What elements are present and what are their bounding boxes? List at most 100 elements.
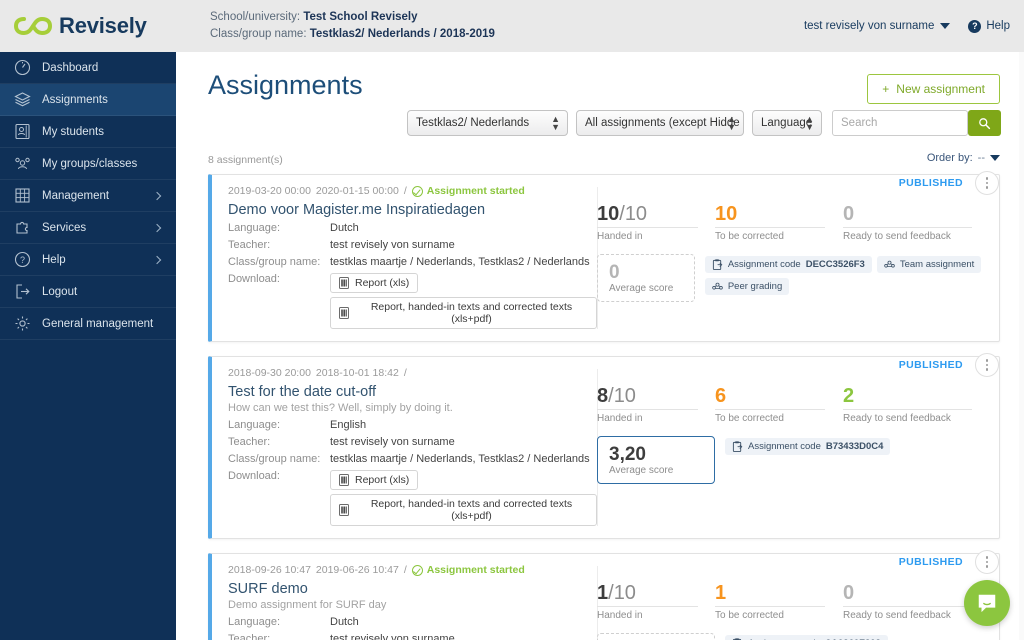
sidebar-item-my-students[interactable]: My students (0, 116, 176, 148)
assignment-card[interactable]: 2019-03-20 00:00 2020-01-15 00:00 / Assignm… (208, 171, 1000, 342)
assignment-badge[interactable]: Assignment code DECC3526F3 (704, 256, 872, 273)
download-button[interactable]: Report (xls) (330, 470, 419, 490)
language-row: Language: Dutch (228, 220, 597, 237)
assignment-dates: 2019-03-20 00:00 2020-01-15 00:00 / Assignm… (228, 185, 597, 197)
average-score-box[interactable]: 3,20 Average score (597, 436, 715, 484)
stat-item: 1 To be corrected (715, 582, 843, 621)
language-row: Language: Dutch (228, 614, 597, 631)
assignment-title[interactable]: Test for the date cut-off (228, 384, 597, 400)
sidebar-item-dashboard[interactable]: Dashboard (0, 52, 176, 84)
download-button[interactable]: Report, handed-in texts and corrected te… (330, 494, 597, 526)
sidebar: Dashboard Assignments My students My groups… (0, 52, 176, 640)
spreadsheet-icon (339, 307, 349, 319)
top-right-actions: test revisely von surname ? Help (804, 0, 1010, 52)
top-bar: Revisely School/university: Test School … (0, 0, 1024, 52)
teacher-row: Teacher: test revisely von surname (228, 434, 597, 451)
stat-value: 8 (597, 385, 609, 407)
status-filter-select[interactable]: All assignments (except Hidde ▲ ▼ (576, 110, 744, 136)
search-button[interactable] (968, 110, 1001, 136)
assignment-subtitle: Demo assignment for SURF day (228, 599, 387, 611)
user-menu[interactable]: test revisely von surname (804, 20, 951, 32)
spreadsheet-icon (339, 277, 349, 289)
assignment-details: 2018-09-30 20:00 2018-10-01 18:42 / Test fo… (212, 357, 597, 538)
download-button[interactable]: Report, handed-in texts and corrected te… (330, 297, 597, 329)
assignment-status: Assignment started (411, 564, 525, 576)
clipboard-code-icon (732, 441, 743, 452)
language-label: Language: (228, 616, 280, 628)
assignment-badge[interactable]: Assignment code B73433D0C4 (725, 438, 891, 455)
class-label: Class/group name: (210, 28, 307, 40)
stat-value-wrap: 1/10 (597, 582, 715, 604)
group-icon (15, 157, 30, 170)
status-badge: PUBLISHED (898, 359, 963, 371)
stat-denominator: 10 (613, 582, 636, 604)
stat-underline (597, 606, 699, 607)
sidebar-item-my-groups-classes[interactable]: My groups/classes (0, 148, 176, 180)
stat-label: To be corrected (715, 413, 784, 424)
assignment-count: 8 assignment(s) (208, 154, 283, 166)
search-input[interactable] (832, 110, 968, 136)
stat-value-wrap: 0 (843, 203, 993, 225)
school-label: School/university: (210, 11, 301, 23)
sidebar-item-management[interactable]: Management (0, 180, 176, 212)
download-button[interactable]: Report (xls) (330, 273, 419, 293)
sidebar-item-label: My students (42, 125, 104, 138)
date-separator: / (403, 564, 407, 576)
assignment-title[interactable]: Demo voor Magister.me Inspiratiedagen (228, 202, 597, 218)
assignment-title[interactable]: SURF demo (228, 581, 597, 597)
badge-label: Assignment code (748, 441, 821, 452)
sidebar-item-label: General management (42, 317, 154, 330)
class-row: Class/group name: testklas maartje / Nede… (228, 451, 597, 468)
date-separator: / (403, 367, 407, 379)
class-label: Class/group name: (228, 256, 321, 268)
student-card-icon (15, 123, 30, 140)
sidebar-item-general-management[interactable]: General management (0, 308, 176, 340)
assignment-card[interactable]: 2018-09-26 10:47 2019-06-26 10:47 / Assignm… (208, 550, 1000, 640)
assignment-card[interactable]: 2018-09-30 20:00 2018-10-01 18:42 / Test fo… (208, 353, 1000, 539)
page-title: Assignments (208, 70, 363, 100)
date-start: 2018-09-30 20:00 (228, 367, 311, 379)
assignment-options-button[interactable] (975, 550, 999, 574)
class-filter-value: Testklas2/ Nederlands (416, 117, 530, 129)
teacher-value: test revisely von surname (330, 436, 455, 448)
language-filter-select[interactable]: Language ▲ ▼ (752, 110, 822, 136)
average-score-box[interactable]: 0Average score (597, 254, 695, 302)
assignment-details: 2018-09-26 10:47 2019-06-26 10:47 / Assignm… (212, 554, 597, 640)
new-assignment-label: New assignment (896, 82, 985, 96)
filter-bar: Testklas2/ Nederlands ▲ ▼ All assignments… (176, 110, 1024, 140)
average-score-box[interactable]: 0Average score (597, 633, 715, 640)
sidebar-item-logout[interactable]: Logout (0, 276, 176, 308)
language-value: English (330, 419, 367, 431)
class-filter-select[interactable]: Testklas2/ Nederlands ▲ ▼ (407, 110, 568, 136)
sidebar-item-label: My groups/classes (42, 157, 138, 170)
chevron-down-icon (940, 23, 951, 29)
assignment-badge[interactable]: Team assignment (876, 256, 982, 273)
stat-item: 2 Ready to send feedback (843, 385, 993, 424)
date-end: 2019-06-26 10:47 (315, 564, 399, 576)
assignment-options-button[interactable] (975, 353, 999, 377)
sidebar-item-services[interactable]: Services (0, 212, 176, 244)
download-button-label: Report, handed-in texts and corrected te… (370, 301, 573, 325)
question-circle-icon: ? (14, 251, 31, 268)
assignment-stats-panel: PUBLISHED 8/10 Handed in 6 To be corrected 2 R… (597, 353, 1007, 538)
order-by-control[interactable]: Order by: -- (927, 152, 1000, 164)
sidebar-item-label: Management (42, 189, 110, 202)
assignment-badge[interactable]: Peer grading (704, 278, 790, 295)
download-buttons: Report (xls) Report, handed-in texts and … (330, 273, 597, 329)
language-label: Language: (228, 419, 280, 431)
help-link[interactable]: ? Help (968, 19, 1010, 33)
status-filter-value: All assignments (except Hidde (585, 117, 740, 129)
main-content: Assignments + New assignment Testklas2/ … (176, 52, 1024, 640)
plus-icon: + (882, 82, 890, 96)
language-row: Language: English (228, 417, 597, 434)
sidebar-item-label: Dashboard (42, 61, 99, 74)
assignment-options-button[interactable] (975, 171, 999, 195)
brand-logo[interactable]: Revisely (0, 0, 176, 52)
sidebar-item-assignments[interactable]: Assignments (0, 84, 176, 116)
chat-widget-button[interactable] (964, 580, 1010, 626)
chevron-right-icon (152, 223, 162, 232)
new-assignment-button[interactable]: + New assignment (867, 74, 1000, 104)
badge-code: DECC3526F3 (805, 259, 865, 270)
sidebar-item-help[interactable]: ? Help (0, 244, 176, 276)
assignment-badge[interactable]: Assignment code 9A0260F202 (725, 635, 888, 640)
